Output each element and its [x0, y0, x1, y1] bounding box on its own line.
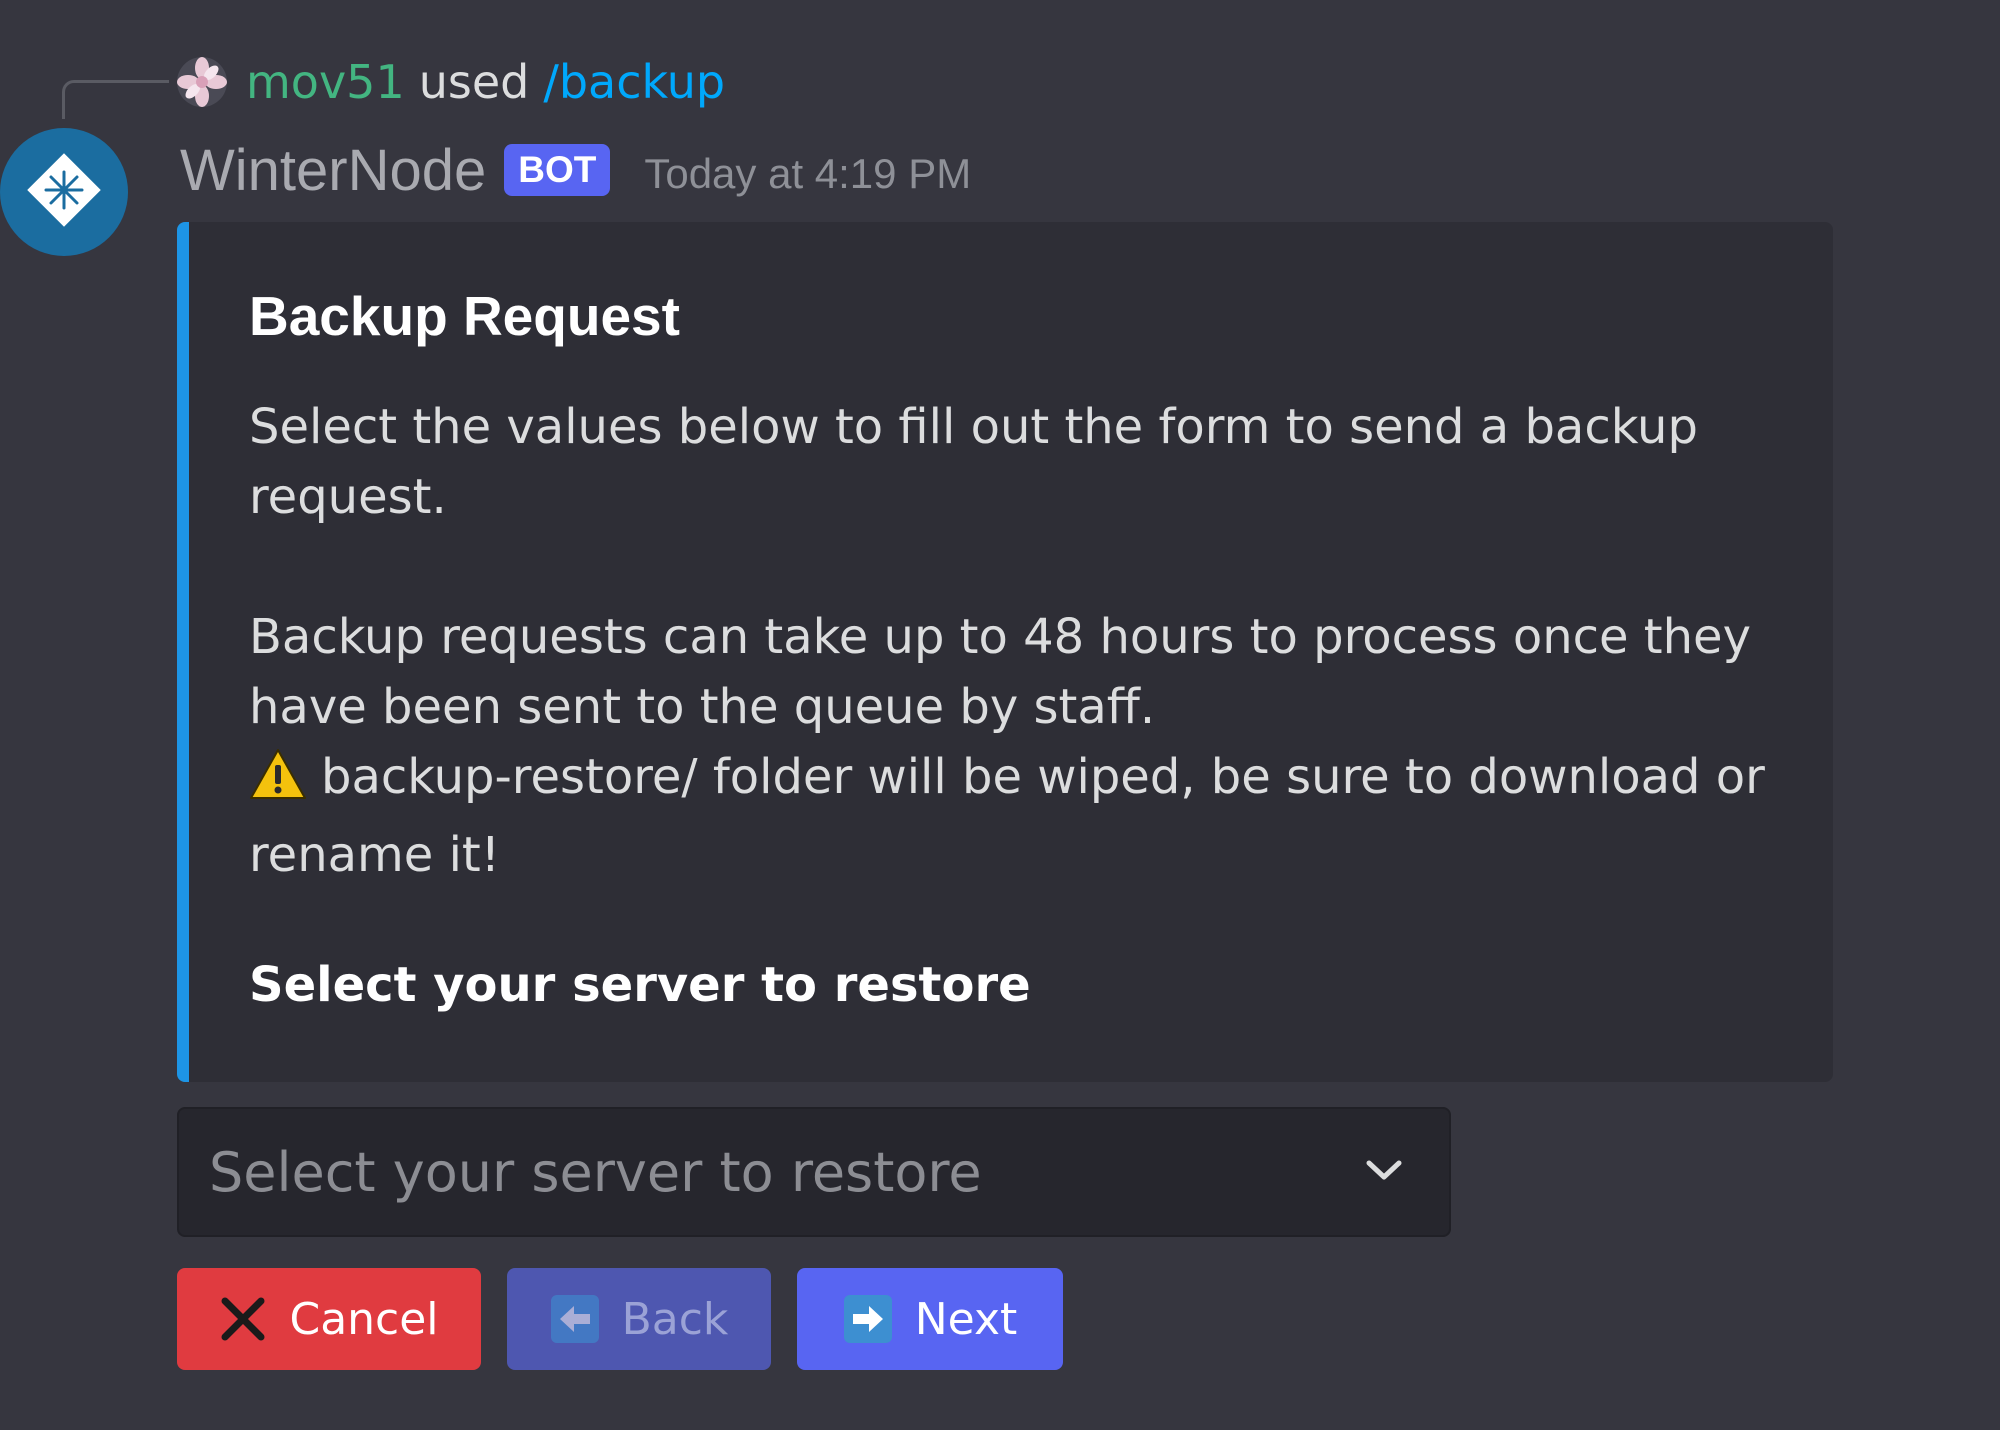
- reply-used-text: used: [418, 55, 530, 109]
- arrow-right-icon: [843, 1294, 893, 1344]
- embed-desc-paragraph: Select the values below to fill out the …: [249, 399, 1698, 525]
- embed-desc-spacer: [249, 532, 1789, 602]
- back-label: Back: [621, 1293, 729, 1345]
- action-buttons: Cancel Back Next: [177, 1268, 1063, 1370]
- embed-title: Backup Request: [249, 285, 680, 347]
- flower-avatar-icon[interactable]: [176, 56, 228, 108]
- select-placeholder: Select your server to restore: [209, 1140, 982, 1204]
- warning-icon: [249, 747, 307, 820]
- embed-warning-text: backup-restore/ folder will be wiped, be…: [249, 749, 1765, 883]
- reply-context[interactable]: mov51 used /backup: [176, 52, 725, 112]
- embed-field-name: Select your server to restore: [249, 957, 1031, 1013]
- reply-connector: [62, 80, 169, 119]
- embed-desc-paragraph: Backup requests can take up to 48 hours …: [249, 609, 1751, 735]
- chevron-down-icon[interactable]: [1365, 1158, 1403, 1186]
- embed-description: Select the values below to fill out the …: [249, 392, 1789, 890]
- embed: Backup Request Select the values below t…: [177, 222, 1833, 1082]
- chat-message: mov51 used /backup WinterNode BOT Today …: [0, 0, 2000, 1430]
- message-header: WinterNode BOT Today at 4:19 PM: [180, 130, 971, 210]
- next-label: Next: [914, 1293, 1018, 1345]
- arrow-left-icon: [550, 1294, 600, 1344]
- cancel-label: Cancel: [289, 1293, 439, 1345]
- back-button[interactable]: Back: [507, 1268, 771, 1370]
- cancel-button[interactable]: Cancel: [177, 1268, 481, 1370]
- bot-tag: BOT: [504, 143, 611, 197]
- embed-warning-paragraph: backup-restore/ folder will be wiped, be…: [249, 742, 1789, 890]
- server-select[interactable]: Select your server to restore: [177, 1107, 1451, 1237]
- message-timestamp[interactable]: Today at 4:19 PM: [644, 150, 971, 198]
- snowflake-icon: [24, 150, 104, 234]
- reply-command[interactable]: /backup: [543, 55, 725, 109]
- reply-username[interactable]: mov51: [246, 55, 405, 109]
- close-icon: [219, 1295, 267, 1343]
- author-name[interactable]: WinterNode: [180, 137, 486, 204]
- next-button[interactable]: Next: [797, 1268, 1063, 1370]
- bot-avatar[interactable]: [0, 128, 128, 256]
